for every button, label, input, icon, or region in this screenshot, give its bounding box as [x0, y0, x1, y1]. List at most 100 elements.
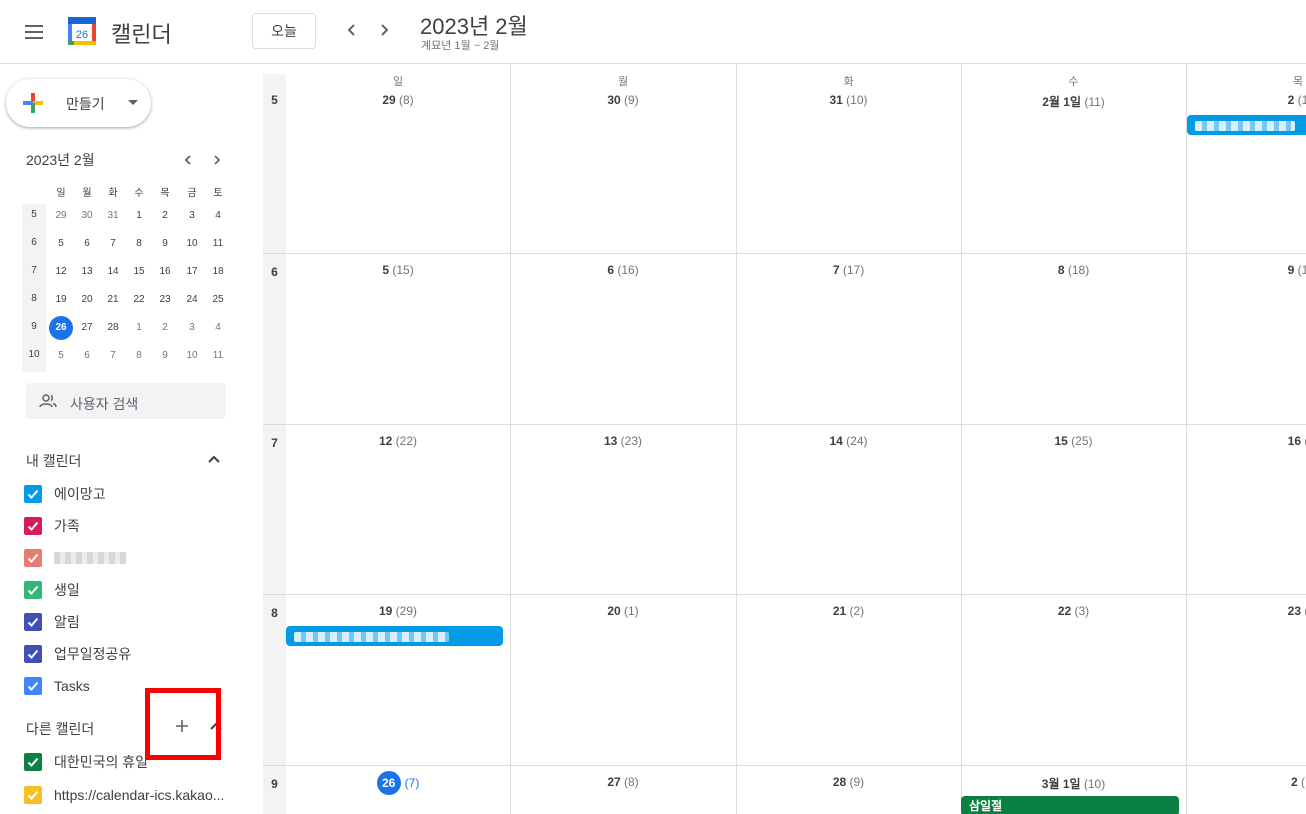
mini-day[interactable]: 25 [205, 288, 231, 312]
create-button[interactable]: 만들기 [6, 79, 151, 127]
mini-day[interactable]: 23 [152, 288, 178, 312]
mini-day[interactable]: 16 [152, 260, 178, 284]
day-cell-date[interactable]: 3월 1일 (10) [961, 775, 1186, 792]
day-cell-date[interactable]: 6 (16) [510, 263, 736, 277]
day-cell-date[interactable]: 29 (8) [286, 93, 510, 107]
mini-day[interactable]: 8 [126, 344, 152, 368]
mini-day[interactable]: 5 [48, 232, 74, 256]
mini-day[interactable]: 21 [100, 288, 126, 312]
mini-day[interactable]: 24 [179, 288, 205, 312]
mini-day[interactable]: 31 [100, 204, 126, 228]
today-button[interactable]: 오늘 [252, 13, 316, 49]
day-cell-date[interactable]: 9 (1 [1186, 263, 1306, 277]
day-cell-date[interactable]: 2월 1일 (11) [961, 93, 1186, 110]
mini-day[interactable]: 28 [100, 316, 126, 340]
my-calendar-item[interactable]: 에이망고 [24, 482, 244, 506]
other-calendar-item[interactable]: https://calendar-ics.kakao... [24, 783, 244, 807]
checkbox-checked-icon[interactable] [24, 677, 42, 695]
checkbox-checked-icon[interactable] [24, 581, 42, 599]
my-calendar-item[interactable]: 생일 [24, 578, 244, 602]
mini-day[interactable]: 9 [152, 232, 178, 256]
mini-day[interactable]: 14 [100, 260, 126, 284]
my-calendar-item[interactable]: Tasks [24, 674, 244, 698]
mini-week-number[interactable]: 10 [22, 349, 46, 360]
other-calendar-item[interactable]: 대한민국의 휴일 [24, 750, 244, 774]
mini-day[interactable]: 15 [126, 260, 152, 284]
event-chip-redacted[interactable] [1187, 115, 1306, 135]
day-cell-date[interactable]: 31 (10) [736, 93, 961, 107]
mini-day[interactable]: 20 [74, 288, 100, 312]
mini-day[interactable]: 11 [205, 344, 231, 368]
day-cell-date[interactable]: 16 ( [1186, 434, 1306, 448]
mini-day[interactable]: 7 [100, 344, 126, 368]
other-calendars-title[interactable]: 다른 캘린더 [26, 719, 94, 739]
my-calendar-item[interactable]: 업무일정공유 [24, 642, 244, 666]
day-cell-date[interactable]: 8 (18) [961, 263, 1186, 277]
mini-day[interactable]: 2 [152, 204, 178, 228]
day-cell-date[interactable]: 2 ( [1186, 775, 1306, 789]
day-cell-date[interactable]: 19 (29) [286, 604, 510, 618]
day-cell-date[interactable]: 15 (25) [961, 434, 1186, 448]
day-cell-date[interactable]: 26 (7) [286, 771, 510, 795]
day-cell-date[interactable]: 13 (23) [510, 434, 736, 448]
mini-day[interactable]: 22 [126, 288, 152, 312]
mini-day[interactable]: 18 [205, 260, 231, 284]
day-cell-date[interactable]: 2 (1 [1186, 93, 1306, 107]
week-number[interactable]: 7 [263, 436, 286, 450]
mini-day[interactable]: 27 [74, 316, 100, 340]
mini-day[interactable]: 4 [205, 316, 231, 340]
checkbox-checked-icon[interactable] [24, 613, 42, 631]
mini-day[interactable]: 19 [48, 288, 74, 312]
checkbox-checked-icon[interactable] [24, 753, 42, 771]
mini-next-month-button[interactable] [207, 150, 227, 170]
event-chip-redacted[interactable] [286, 626, 503, 646]
mini-day[interactable]: 8 [126, 232, 152, 256]
day-cell-date[interactable]: 22 (3) [961, 604, 1186, 618]
mini-day[interactable]: 12 [48, 260, 74, 284]
day-cell-date[interactable]: 30 (9) [510, 93, 736, 107]
mini-day[interactable]: 11 [205, 232, 231, 256]
mini-day[interactable]: 29 [48, 204, 74, 228]
mini-day[interactable]: 6 [74, 344, 100, 368]
prev-period-button[interactable] [340, 18, 364, 42]
mini-day[interactable]: 1 [126, 204, 152, 228]
next-period-button[interactable] [372, 18, 396, 42]
mini-day[interactable]: 1 [126, 316, 152, 340]
mini-day[interactable]: 7 [100, 232, 126, 256]
mini-day[interactable]: 10 [179, 344, 205, 368]
mini-day[interactable]: 5 [48, 344, 74, 368]
my-calendars-title[interactable]: 내 캘린더 [26, 451, 81, 471]
checkbox-checked-icon[interactable] [24, 485, 42, 503]
google-calendar-logo[interactable]: 26 [66, 15, 98, 47]
mini-prev-month-button[interactable] [178, 150, 198, 170]
my-calendar-item[interactable]: 알림 [24, 610, 244, 634]
day-cell-date[interactable]: 14 (24) [736, 434, 961, 448]
mini-week-number[interactable]: 6 [22, 237, 46, 248]
mini-day[interactable]: 9 [152, 344, 178, 368]
mini-day[interactable]: 30 [74, 204, 100, 228]
checkbox-checked-icon[interactable] [24, 549, 42, 567]
today-date-badge[interactable]: 26 [376, 771, 401, 795]
week-number[interactable]: 6 [263, 265, 286, 279]
mini-day[interactable]: 3 [179, 204, 205, 228]
checkbox-checked-icon[interactable] [24, 517, 42, 535]
mini-day[interactable]: 4 [205, 204, 231, 228]
checkbox-checked-icon[interactable] [24, 645, 42, 663]
add-other-calendar-button[interactable] [170, 714, 194, 738]
search-people-input[interactable]: 사용자 검색 [26, 383, 226, 419]
day-cell-date[interactable]: 21 (2) [736, 604, 961, 618]
day-cell-date[interactable]: 20 (1) [510, 604, 736, 618]
mini-week-number[interactable]: 5 [22, 209, 46, 220]
mini-day[interactable]: 2 [152, 316, 178, 340]
my-calendars-collapse-button[interactable] [204, 449, 224, 469]
day-cell-date[interactable]: 23 ( [1186, 604, 1306, 618]
day-cell-date[interactable]: 28 (9) [736, 775, 961, 789]
day-cell-date[interactable]: 5 (15) [286, 263, 510, 277]
mini-day[interactable]: 10 [179, 232, 205, 256]
mini-day[interactable]: 3 [179, 316, 205, 340]
checkbox-checked-icon[interactable] [24, 786, 42, 804]
week-number[interactable]: 5 [263, 93, 286, 107]
main-menu-button[interactable] [14, 12, 54, 52]
day-cell-date[interactable]: 27 (8) [510, 775, 736, 789]
mini-day[interactable]: 6 [74, 232, 100, 256]
